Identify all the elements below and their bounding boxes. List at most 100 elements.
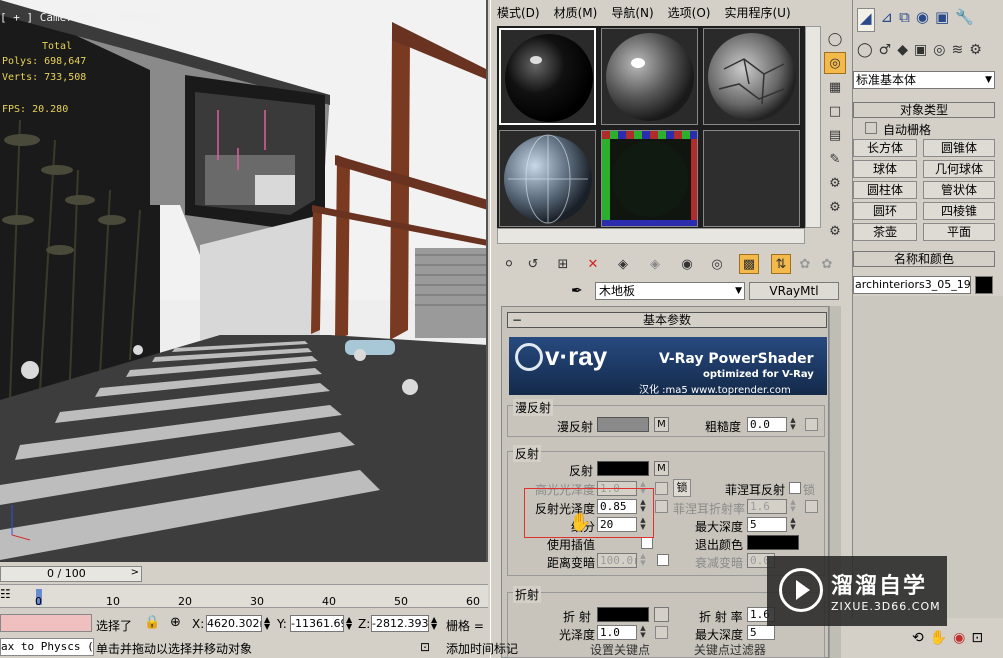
material-type-button[interactable]: VRayMtl <box>749 282 839 300</box>
category-dropdown[interactable]: 标准基本体 ▼ <box>853 71 995 89</box>
show-map-icon[interactable]: ▩ <box>739 254 759 274</box>
zoom-icon[interactable]: ⟲ <box>912 630 924 646</box>
add-time-tag[interactable]: 添加时间标记 <box>446 640 518 657</box>
z-coord-field[interactable]: -2812.393( <box>371 615 429 632</box>
fresnel-checkbox[interactable] <box>789 482 801 494</box>
video-color-check-icon[interactable]: ▤ <box>824 124 846 146</box>
lock-selection-icon[interactable]: 🔒 <box>144 615 160 630</box>
refract-gloss-spinner[interactable]: ▲ ▼ <box>638 625 648 640</box>
lights-icon[interactable]: ◆ <box>897 42 908 64</box>
teapot-button[interactable]: 茶壶 <box>853 223 917 241</box>
diffuse-map-button[interactable]: M <box>654 417 669 432</box>
dim-distance-checkbox[interactable] <box>657 554 669 566</box>
sample-slot-2[interactable] <box>601 28 698 125</box>
roughness-spinner[interactable]: ▲ ▼ <box>788 417 798 432</box>
eyedropper-icon[interactable]: ✒ <box>571 283 583 299</box>
set-key-label[interactable]: 设置关键点 <box>590 643 650 657</box>
torus-button[interactable]: 圆环 <box>853 202 917 220</box>
sample-slot-1[interactable] <box>499 28 596 125</box>
go-parent-icon[interactable]: ✿ <box>795 254 815 274</box>
refract-gloss-map-slot[interactable] <box>655 626 668 639</box>
hilight-gloss-map-slot[interactable] <box>655 482 668 495</box>
menu-mode[interactable]: 模式(D) <box>497 4 540 21</box>
track-bar[interactable]: ☷ 0 10 20 30 40 50 60 <box>0 584 488 608</box>
shapes-icon[interactable]: ♂ <box>879 42 892 64</box>
x-coord-field[interactable]: 4620.302m <box>206 615 262 632</box>
select-by-material-icon[interactable]: ⚙ <box>824 196 846 218</box>
autogrid-checkbox[interactable] <box>865 122 877 134</box>
roughness-input[interactable]: 0.0 <box>747 417 787 432</box>
object-name-field[interactable]: archinteriors3_05_19! <box>853 276 971 294</box>
refract-gloss-input[interactable]: 1.0 <box>597 625 637 640</box>
sample-type-icon[interactable]: ◯ <box>824 28 846 50</box>
backlight-icon[interactable]: ◎ <box>824 52 846 74</box>
cameras-icon[interactable]: ▣ <box>914 42 927 64</box>
put-library-icon[interactable]: ◉ <box>677 254 697 274</box>
slots-vscrollbar[interactable] <box>805 26 821 228</box>
make-unique-icon[interactable]: ◈ <box>645 254 665 274</box>
hierarchy-tab-icon[interactable]: ⧉ <box>899 8 910 32</box>
menu-material[interactable]: 材质(M) <box>554 4 598 21</box>
curve-editor-icon[interactable]: ☷ <box>0 587 11 601</box>
sample-slot-6[interactable] <box>703 130 800 227</box>
object-type-rollout[interactable]: 对象类型 <box>853 102 995 118</box>
orbit-icon[interactable]: ◉ <box>953 630 965 646</box>
geosphere-button[interactable]: 几何球体 <box>923 160 995 178</box>
abs-mode-icon[interactable]: ⊕ <box>170 615 181 630</box>
roughness-map-slot[interactable] <box>805 418 818 431</box>
z-spinner[interactable]: ▲ ▼ <box>431 616 437 631</box>
motion-tab-icon[interactable]: ◉ <box>916 8 929 32</box>
plane-button[interactable]: 平面 <box>923 223 995 241</box>
y-spinner[interactable]: ▲ ▼ <box>346 616 352 631</box>
fresnel-ior-map-slot[interactable] <box>805 500 818 513</box>
reflect-map-button[interactable]: M <box>654 461 669 476</box>
name-color-rollout[interactable]: 名称和颜色 <box>853 251 995 267</box>
show-end-result-icon[interactable]: ⇅ <box>771 254 791 274</box>
use-interp-checkbox[interactable] <box>641 537 653 549</box>
sample-slot-3[interactable] <box>703 28 800 125</box>
reflect-gloss-map-slot[interactable] <box>655 500 668 513</box>
max-depth-input[interactable]: 5 <box>747 517 787 532</box>
go-sibling-icon[interactable]: ✿ <box>817 254 837 274</box>
get-material-icon[interactable]: ⚪ <box>499 254 519 274</box>
maximize-icon[interactable]: ⊡ <box>971 630 983 646</box>
slots-hscrollbar[interactable] <box>497 228 805 244</box>
hilight-lock-button[interactable]: 锁 <box>673 479 691 497</box>
viewport-label[interactable]: [ + ] Camera002 ] 明暗处理 ] <box>0 9 176 25</box>
dim-distance-input[interactable]: 100.0r <box>597 553 637 568</box>
refract-max-depth-input[interactable]: 5 <box>747 625 775 640</box>
display-tab-icon[interactable]: ▣ <box>935 8 949 32</box>
reset-map-icon[interactable]: ✕ <box>583 254 603 274</box>
maxscript-listener[interactable] <box>0 614 92 632</box>
pan-hand-icon[interactable]: ✋ <box>930 630 947 646</box>
uv-tiling-icon[interactable]: □ <box>824 100 846 122</box>
fresnel-ior-spinner[interactable]: ▲ ▼ <box>788 499 798 514</box>
spacewarps-icon[interactable]: ≋ <box>951 42 963 64</box>
menu-options[interactable]: 选项(O) <box>668 4 711 21</box>
next-frame-icon[interactable]: > <box>131 567 139 578</box>
background-icon[interactable]: ▦ <box>824 76 846 98</box>
cone-button[interactable]: 圆锥体 <box>923 139 995 157</box>
max-depth-spinner[interactable]: ▲ ▼ <box>788 517 798 532</box>
maxscript-mini-listener[interactable]: ax to Physcs ( <box>0 638 94 656</box>
assign-material-icon[interactable]: ⊞ <box>553 254 573 274</box>
cylinder-button[interactable]: 圆柱体 <box>853 181 917 199</box>
x-spinner[interactable]: ▲ ▼ <box>264 616 270 631</box>
material-name-field[interactable]: 木地板 ▼ <box>595 282 745 300</box>
pyramid-button[interactable]: 四棱锥 <box>923 202 995 220</box>
time-tag-icon[interactable]: ⊡ <box>420 640 430 654</box>
menu-utilities[interactable]: 实用程序(U) <box>724 4 790 21</box>
object-color-swatch[interactable] <box>975 276 993 294</box>
camera-viewport[interactable]: [ + ] Camera002 ] 明暗处理 ] Total Polys: 69… <box>0 0 488 562</box>
box-button[interactable]: 长方体 <box>853 139 917 157</box>
diffuse-color-swatch[interactable] <box>597 417 649 432</box>
utilities-tab-icon[interactable]: 🔧 <box>955 8 974 32</box>
modify-tab-icon[interactable]: ⊿ <box>881 8 894 32</box>
time-slider[interactable]: 0 / 100 > <box>0 566 142 582</box>
material-id-icon[interactable]: ◎ <box>707 254 727 274</box>
fresnel-ior-input[interactable]: 1.6 <box>747 499 787 514</box>
y-coord-field[interactable]: -11361.69 <box>290 615 344 632</box>
create-tab-icon[interactable]: ◢ <box>857 8 875 32</box>
put-material-icon[interactable]: ↺ <box>523 254 543 274</box>
sphere-button[interactable]: 球体 <box>853 160 917 178</box>
